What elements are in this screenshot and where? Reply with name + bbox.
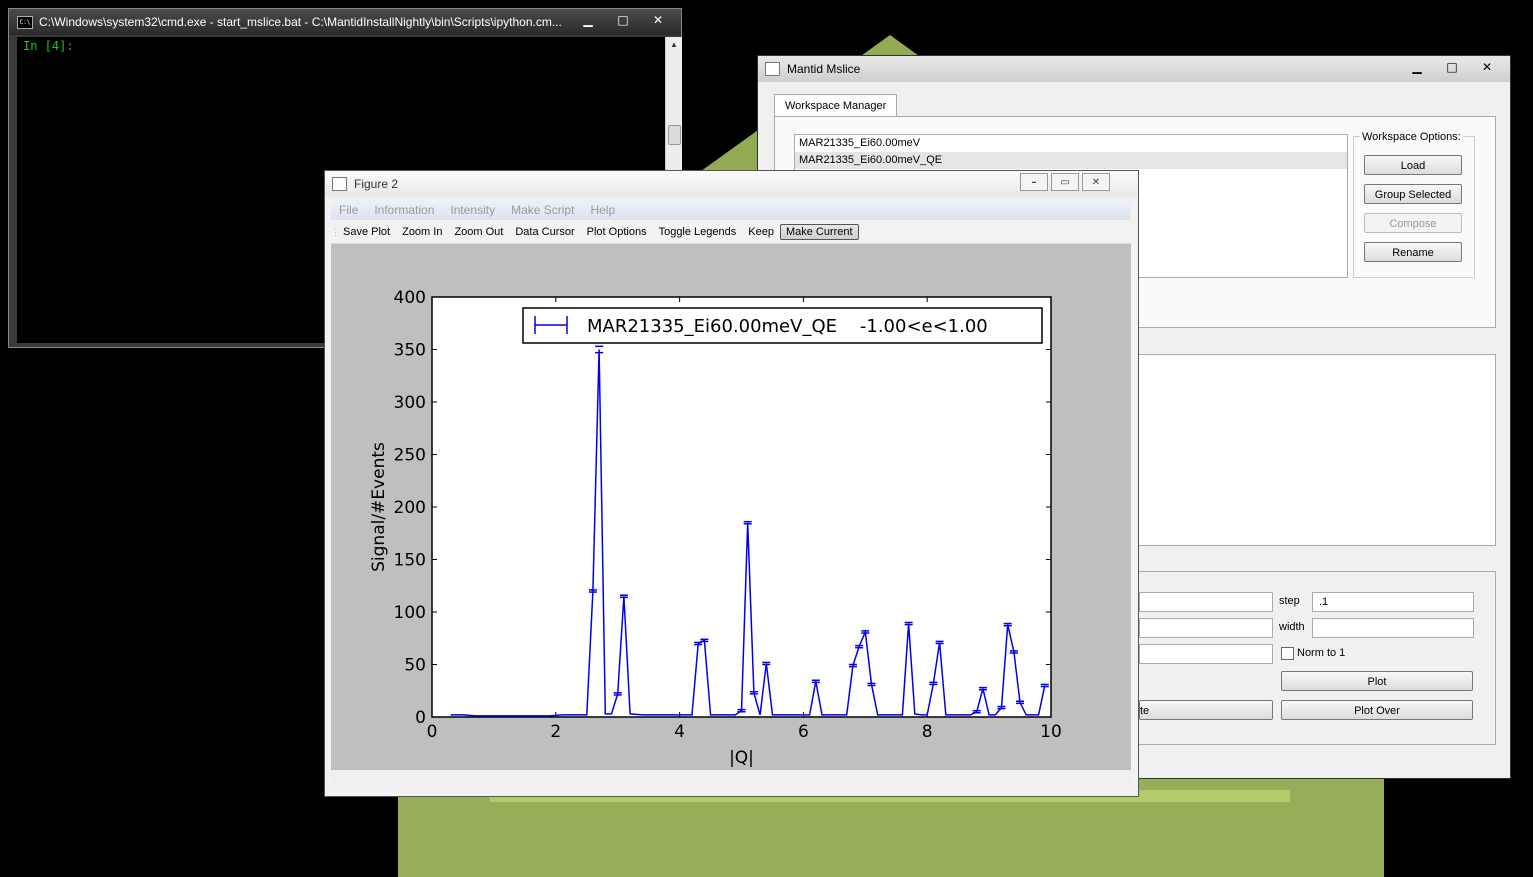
cmd-icon: C:\	[17, 15, 33, 29]
figure-toolbar: ⋮ Save Plot Zoom In Zoom Out Data Cursor…	[331, 221, 1131, 244]
zoom-out-button[interactable]: Zoom Out	[448, 226, 509, 238]
x-tick-label: 10	[1040, 722, 1062, 742]
minimize-icon[interactable]: –	[1020, 173, 1048, 191]
x-tick-label: 4	[674, 722, 685, 742]
axes-frame	[431, 296, 1052, 718]
list-item[interactable]: MAR21335_Ei60.00meV	[795, 135, 1347, 152]
y-tick-label: 250	[394, 446, 426, 466]
y-axis-label: Signal/#Events	[369, 442, 389, 572]
plot-options-button[interactable]: Plot Options	[581, 226, 653, 238]
workspace-options-group: Workspace Options: Load Group Selected C…	[1353, 131, 1475, 278]
norm-to-1-label: Norm to 1	[1297, 647, 1346, 659]
line-chart: 0 50 100 150 200 250 300 350 400 0 2 4 6 8 10 |Q| Sig…	[369, 288, 1062, 768]
step-field[interactable]: .1	[1312, 592, 1474, 612]
y-tick-label: 350	[394, 341, 426, 361]
close-icon[interactable]: ✕	[641, 11, 675, 28]
menu-help[interactable]: Help	[582, 203, 623, 217]
zoom-in-button[interactable]: Zoom In	[396, 226, 448, 238]
y-tick-label: 100	[394, 603, 426, 623]
figure-menubar: File Information Intensity Make Script H…	[331, 200, 1131, 220]
partial-button[interactable]: te	[1139, 700, 1273, 720]
close-icon[interactable]: ✕	[1470, 58, 1504, 75]
y-tick-label: 200	[394, 498, 426, 518]
load-button[interactable]: Load	[1364, 155, 1462, 175]
maximize-icon[interactable]: ▭	[1051, 173, 1079, 191]
minimize-icon[interactable]: ▁	[571, 11, 605, 28]
status-bar	[331, 770, 1131, 790]
x-tick-label: 6	[798, 722, 809, 742]
rename-button[interactable]: Rename	[1364, 242, 1462, 262]
workspace-options-label: Workspace Options:	[1360, 131, 1463, 143]
y-tick-label: 50	[404, 656, 426, 676]
legend-entry: MAR21335_Ei60.00meV_QE -1.00<e<1.00	[587, 316, 988, 337]
x-tick-label: 0	[427, 722, 438, 742]
console-prompt: In [4]:	[23, 39, 74, 53]
mslice-app-icon	[765, 62, 780, 76]
toggle-legends-button[interactable]: Toggle Legends	[653, 226, 743, 238]
cmd-titlebar[interactable]: C:\ C:\Windows\system32\cmd.exe - start_…	[9, 9, 681, 35]
x-axis-label: |Q|	[729, 748, 754, 768]
y-tick-label: 0	[415, 708, 426, 728]
step-label: step	[1279, 595, 1300, 607]
menu-intensity[interactable]: Intensity	[442, 203, 503, 217]
close-icon[interactable]: ✕	[1082, 173, 1110, 191]
minimize-icon[interactable]: ▁	[1400, 58, 1434, 75]
plot-canvas[interactable]: 0 50 100 150 200 250 300 350 400 0 2 4 6 8 10 |Q| Sig…	[331, 244, 1131, 770]
intensity-field[interactable]	[1139, 644, 1273, 664]
cmd-title: C:\Windows\system32\cmd.exe - start_msli…	[39, 15, 562, 29]
cut-end-field[interactable]	[1139, 618, 1273, 638]
y-tick-label: 300	[394, 393, 426, 413]
save-plot-button[interactable]: Save Plot	[337, 226, 396, 238]
menu-file[interactable]: File	[331, 203, 366, 217]
menu-information[interactable]: Information	[366, 203, 442, 217]
data-cursor-button[interactable]: Data Cursor	[509, 226, 580, 238]
cut-start-field[interactable]	[1139, 592, 1273, 612]
maximize-icon[interactable]: □	[1435, 58, 1469, 75]
scroll-up-icon[interactable]: ▲	[666, 37, 682, 53]
plot-button[interactable]: Plot	[1281, 671, 1473, 691]
list-item[interactable]: MAR21335_Ei60.00meV_QE	[795, 152, 1347, 169]
scroll-thumb[interactable]	[668, 125, 681, 145]
keep-button[interactable]: Keep	[742, 226, 780, 238]
cut-panel: step .1 width Norm to 1 Plot te Plot Ove…	[1138, 571, 1496, 745]
y-tick-label: 400	[394, 288, 426, 308]
width-field[interactable]	[1312, 618, 1474, 638]
group-selected-button[interactable]: Group Selected	[1364, 184, 1462, 204]
width-label: width	[1279, 621, 1305, 633]
figure-title: Figure 2	[354, 177, 399, 191]
x-tick-label: 8	[922, 722, 933, 742]
legend: MAR21335_Ei60.00meV_QE -1.00<e<1.00	[522, 307, 1043, 344]
norm-to-1-checkbox[interactable]	[1281, 647, 1294, 660]
figure-window: Figure 2 – ▭ ✕ File Information Intensit…	[324, 170, 1139, 797]
mslice-titlebar[interactable]: Mantid Mslice ▁ □ ✕	[758, 56, 1510, 82]
figure-app-icon	[332, 177, 347, 191]
figure-titlebar[interactable]: Figure 2 – ▭ ✕	[325, 171, 1138, 197]
mslice-title: Mantid Mslice	[787, 62, 861, 76]
y-tick-label: 150	[394, 551, 426, 571]
menu-make-script[interactable]: Make Script	[503, 203, 582, 217]
partial-button-label: te	[1140, 705, 1150, 717]
make-current-button[interactable]: Make Current	[779, 224, 859, 240]
info-panel	[1138, 354, 1496, 546]
plot-over-button[interactable]: Plot Over	[1281, 700, 1473, 720]
maximize-icon[interactable]: □	[606, 11, 640, 28]
x-tick-label: 2	[550, 722, 561, 742]
tab-workspace-manager[interactable]: Workspace Manager	[774, 94, 898, 117]
compose-button[interactable]: Compose	[1364, 213, 1462, 233]
